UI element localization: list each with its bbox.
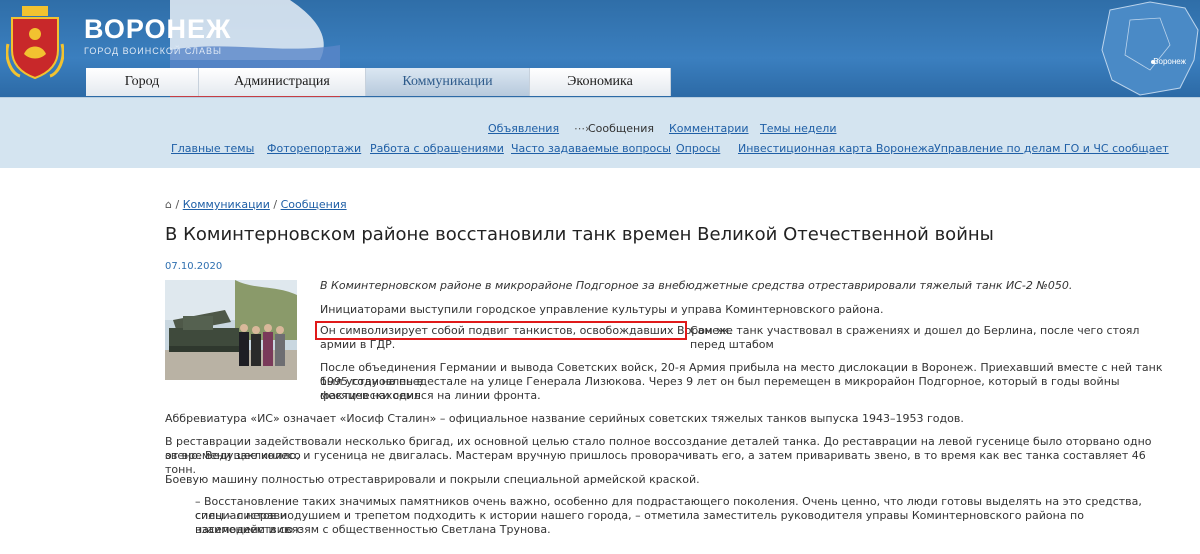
home-icon[interactable]: ⌂ [165, 198, 172, 211]
article-paragraph-continued: Сам же танк участвовал в сражениях и дош… [690, 324, 1140, 351]
article-paragraph-continued-2: армии в ГДР. [320, 338, 396, 351]
article-photo[interactable] [165, 280, 297, 380]
article-paragraph: месяцев находился на линии фронта. [320, 389, 541, 402]
subnav-soobshcheniya: Сообщения [588, 122, 655, 135]
subnav-go-chs[interactable]: Управление по делам ГО и ЧС сообщает [934, 142, 1169, 155]
breadcrumb-soobshcheniya[interactable]: Сообщения [281, 198, 347, 211]
nav-kommunikatsii[interactable]: Коммуникации [366, 68, 530, 96]
article-date: 07.10.2020 [165, 261, 223, 272]
site-header: ВОРОНЕЖ ГОРОД ВОИНСКОЙ СЛАВЫ Воронеж Гор… [0, 0, 1200, 97]
subnav-investitsionnaya-karta[interactable]: Инвестиционная карта Воронежа [738, 142, 935, 155]
subnav-obyavleniya[interactable]: Объявления [488, 122, 559, 135]
nav-administratsiya[interactable]: Администрация [199, 68, 366, 96]
map-city-label: Воронеж [1153, 57, 1186, 66]
subnav-oprosy[interactable]: Опросы [676, 142, 720, 155]
subnav-temy-nedeli[interactable]: Темы недели [760, 122, 836, 135]
main-navigation: Город Администрация Коммуникации Экономи… [86, 68, 671, 96]
nav-ekonomika[interactable]: Экономика [530, 68, 671, 96]
subnav-fotoreportazhi[interactable]: Фоторепортажи [267, 142, 361, 155]
subnav-kommentarii[interactable]: Комментарии [669, 122, 749, 135]
city-name[interactable]: ВОРОНЕЖ [84, 14, 231, 45]
section-subnav: Объявления ⋯› Сообщения Комментарии Темы… [0, 97, 1200, 168]
article-paragraph: Инициаторами выступили городское управле… [320, 303, 884, 316]
highlight-box [315, 321, 687, 340]
article-paragraph: Боевую машину полностью отреставрировали… [165, 473, 700, 486]
article-lead: В Коминтерновском районе в микрорайоне П… [320, 279, 1073, 292]
subnav-faq[interactable]: Часто задаваемые вопросы [511, 142, 671, 155]
city-subtitle: ГОРОД ВОИНСКОЙ СЛАВЫ [84, 46, 222, 56]
breadcrumb: ⌂ / Коммуникации / Сообщения [165, 198, 347, 211]
article-paragraph: Аббревиатура «ИС» означает «Иосиф Сталин… [165, 412, 964, 425]
subnav-glavnye-temy[interactable]: Главные темы [171, 142, 254, 155]
nav-gorod[interactable]: Город [86, 68, 199, 96]
subnav-rabota-s-obrashcheniyami[interactable]: Работа с обращениями [370, 142, 504, 155]
coat-of-arms-icon [6, 6, 64, 80]
region-map-graphic [1101, 1, 1199, 96]
page-title: В Коминтерновском районе восстановили та… [165, 224, 994, 245]
article-quote: населением и связям с общественностью Св… [195, 523, 551, 536]
breadcrumb-kommunikatsii[interactable]: Коммуникации [183, 198, 270, 211]
